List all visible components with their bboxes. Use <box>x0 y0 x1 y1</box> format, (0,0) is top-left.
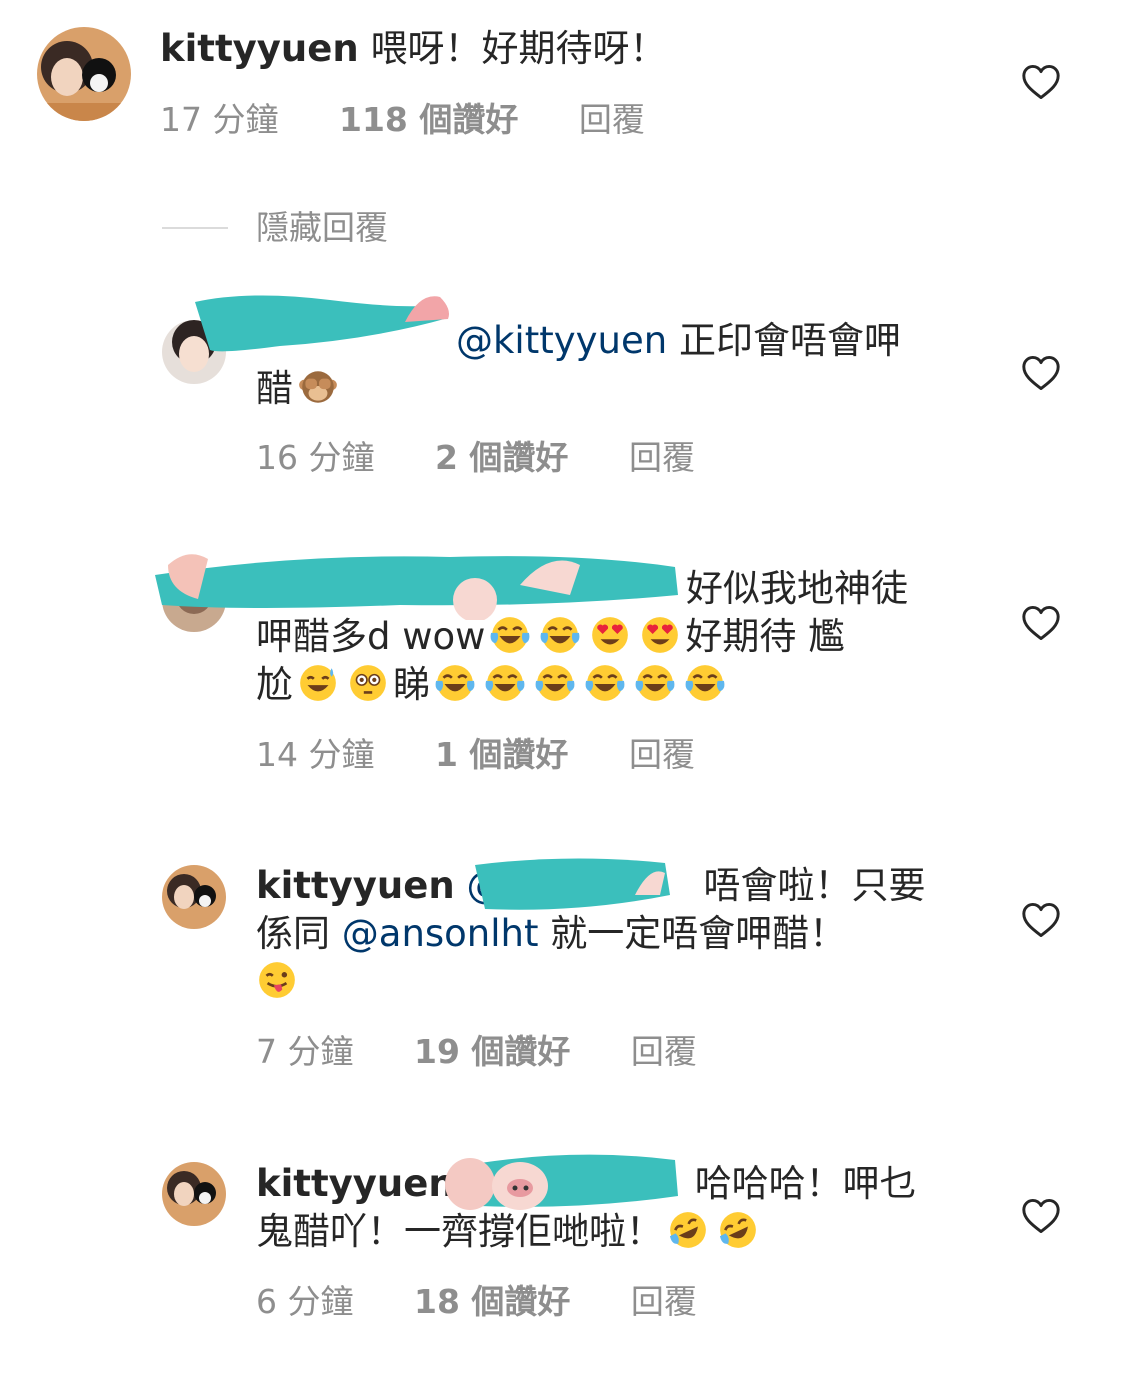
likes-count[interactable]: 2 個讚好 <box>435 438 568 477</box>
mention-link[interactable]: @kittyyuen <box>456 319 667 362</box>
comment-body: 喂呀！好期待呀！ <box>358 27 667 70</box>
redaction-scribble <box>195 295 449 352</box>
likes-count[interactable]: 118 個讚好 <box>339 100 518 139</box>
likes-count[interactable]: 1 個讚好 <box>435 735 568 774</box>
comment-body: 呷醋多d wow <box>256 615 486 658</box>
comment-meta: 6 分鐘 18 個讚好 回覆 <box>256 1282 747 1322</box>
comment-body: 尬 <box>256 663 293 706</box>
comment-body: 好似我地神徒 <box>686 567 908 610</box>
comment-body: 正印會唔會呷 <box>667 319 901 362</box>
avatar[interactable] <box>162 865 226 929</box>
joy-emoji-icon <box>634 662 676 704</box>
comment-body: 好期待 尷 <box>685 615 846 658</box>
joy-emoji-icon <box>534 662 576 704</box>
likes-count[interactable]: 19 個讚好 <box>414 1032 570 1071</box>
reply-button[interactable]: 回覆 <box>629 735 695 774</box>
see-no-evil-monkey-icon <box>297 366 339 408</box>
heart-eyes-emoji-icon <box>589 614 631 656</box>
comment-meta: 16 分鐘 2 個讚好 回覆 <box>256 438 745 478</box>
heart-icon[interactable] <box>1021 902 1061 938</box>
username[interactable]: kittyyuen <box>256 864 455 907</box>
sweat-smile-emoji-icon <box>297 662 339 704</box>
joy-emoji-icon <box>584 662 626 704</box>
reply-button[interactable]: 回覆 <box>579 100 645 139</box>
avatar[interactable] <box>162 1162 226 1226</box>
redaction-scribble <box>445 1154 678 1210</box>
hide-replies-button[interactable]: 隱藏回覆 <box>256 208 388 248</box>
comment-meta: 14 分鐘 1 個讚好 回覆 <box>256 735 745 775</box>
comment-meta: 17 分鐘 118 個讚好 回覆 <box>160 100 695 140</box>
timestamp: 14 分鐘 <box>256 735 375 774</box>
mention-link[interactable]: @ansonlht <box>342 912 539 955</box>
heart-icon[interactable] <box>1021 64 1061 100</box>
heart-icon[interactable] <box>1021 355 1061 391</box>
joy-emoji-icon <box>434 662 476 704</box>
avatar[interactable] <box>37 27 131 121</box>
winking-tongue-emoji-icon <box>256 959 298 1001</box>
comment-text: 好似我地神徒 呷醋多d wow 好期待 尷 尬 睇 <box>256 565 956 709</box>
comment-body: 醋 <box>256 367 293 410</box>
comment-body: 就一定唔會呷醋！ <box>538 912 847 955</box>
comment-text: kittyyuen 喂呀！好期待呀！ <box>160 25 1020 73</box>
heart-eyes-emoji-icon <box>639 614 681 656</box>
comment-body: 係同 <box>256 912 342 955</box>
reply-button[interactable]: 回覆 <box>631 1282 697 1321</box>
rofl-emoji-icon <box>717 1209 759 1251</box>
joy-emoji-icon <box>539 614 581 656</box>
username[interactable]: kittyyuen <box>160 27 359 70</box>
timestamp: 7 分鐘 <box>256 1032 354 1071</box>
redaction-scribble <box>475 858 670 910</box>
likes-count[interactable]: 18 個讚好 <box>414 1282 570 1321</box>
heart-icon[interactable] <box>1021 1198 1061 1234</box>
joy-emoji-icon <box>684 662 726 704</box>
timestamp: 17 分鐘 <box>160 100 279 139</box>
reply-button[interactable]: 回覆 <box>629 438 695 477</box>
reply-button[interactable]: 回覆 <box>631 1032 697 1071</box>
username[interactable]: kittyyuen <box>256 1162 455 1205</box>
comment-body: 哈哈哈！呷乜 <box>694 1162 917 1205</box>
comment-body: 唔會啦！只要 <box>703 864 926 907</box>
flushed-emoji-icon <box>347 662 389 704</box>
heart-icon[interactable] <box>1021 605 1061 641</box>
comment-meta: 7 分鐘 19 個讚好 回覆 <box>256 1032 747 1072</box>
joy-emoji-icon <box>484 662 526 704</box>
timestamp: 16 分鐘 <box>256 438 375 477</box>
timestamp: 6 分鐘 <box>256 1282 354 1321</box>
comment-body: 睇 <box>393 663 430 706</box>
divider <box>162 227 228 229</box>
joy-emoji-icon <box>489 614 531 656</box>
